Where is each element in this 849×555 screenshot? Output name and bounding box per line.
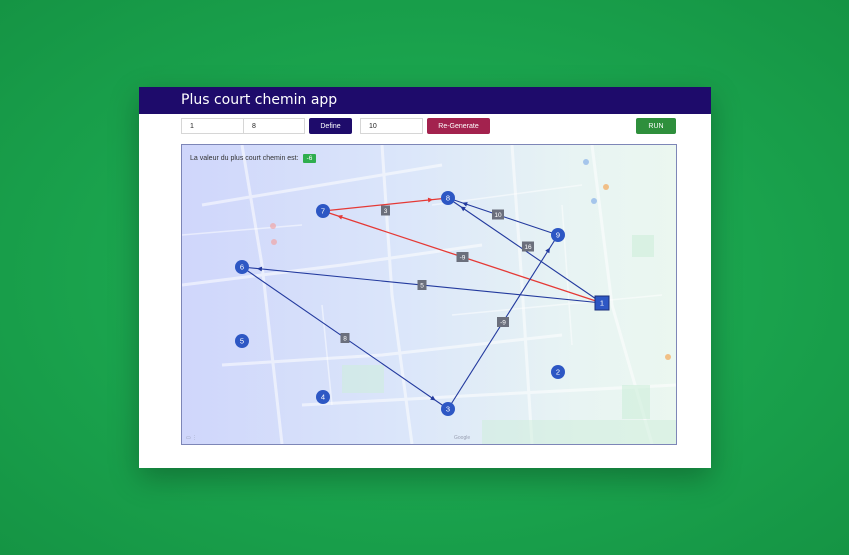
graph-node-3[interactable]: 3 (441, 402, 455, 416)
graph-node-8[interactable]: 8 (441, 191, 455, 205)
edge-weight-label: 16 (522, 241, 534, 252)
graph-node-6[interactable]: 6 (235, 260, 249, 274)
graph-layer: 3 -9 10 16 5 8 -9 1 2 3 4 5 6 7 8 9 (235, 191, 610, 416)
graph-node-label: 1 (600, 299, 604, 308)
edge-weight-label: 5 (417, 280, 427, 290)
graph-node-9[interactable]: 9 (551, 228, 565, 242)
map-watermark: Google (454, 435, 471, 441)
graph-node-2[interactable]: 2 (551, 365, 565, 379)
graph-node-label: 6 (240, 263, 244, 272)
map-canvas[interactable]: 3 -9 10 16 5 8 -9 1 2 3 4 5 6 7 8 9 La valeur du plus c… (181, 144, 677, 445)
edge-weight-label: -9 (497, 317, 509, 327)
result-label: La valeur du plus court chemin est: (190, 155, 299, 162)
graph-node-label: 3 (446, 405, 450, 414)
app-window: Plus court chemin app Define Re-Generate… (139, 87, 711, 468)
svg-text:16: 16 (524, 244, 532, 251)
graph-node-label: 8 (446, 194, 450, 203)
edge-weight-label: -9 (456, 252, 469, 262)
edge-weight-label: 8 (340, 333, 350, 343)
svg-text:3: 3 (384, 208, 388, 215)
edge-arrow-6-3 (430, 395, 436, 401)
svg-text:5: 5 (420, 282, 424, 289)
run-button[interactable]: RUN (636, 118, 676, 134)
result-value-badge: -6 (302, 154, 317, 163)
define-button[interactable]: Define (309, 118, 352, 134)
graph-node-5[interactable]: 5 (235, 334, 249, 348)
graph-node-label: 4 (321, 393, 325, 402)
graph-node-label: 2 (556, 368, 560, 377)
graph-node-1[interactable]: 1 (594, 295, 610, 311)
edge-arrow-1-8 (460, 206, 466, 212)
node-count-input[interactable] (360, 118, 423, 134)
edge-weight-label: 10 (492, 209, 504, 220)
edge-arrow-1-7 (337, 214, 343, 220)
graph-node-7[interactable]: 7 (316, 204, 330, 218)
graph-node-label: 5 (240, 337, 244, 346)
graph-node-label: 7 (321, 207, 325, 216)
regenerate-button[interactable]: Re-Generate (427, 118, 490, 134)
source-node-input[interactable] (181, 118, 244, 134)
svg-text:-9: -9 (460, 254, 466, 261)
svg-text:8: 8 (343, 335, 347, 342)
svg-text:-9: -9 (500, 319, 506, 326)
edge-weight-label: 3 (381, 205, 390, 216)
map-controls-icon[interactable]: ▭ ⋮ (186, 435, 197, 441)
edge-arrow-9-8 (462, 202, 468, 207)
graph-node-4[interactable]: 4 (316, 390, 330, 404)
graph-node-label: 9 (556, 231, 560, 240)
app-title: Plus court chemin app (181, 92, 338, 108)
svg-text:10: 10 (494, 212, 502, 219)
target-node-input[interactable] (243, 118, 305, 134)
app-header: Plus court chemin app (139, 87, 711, 114)
result-panel: La valeur du plus court chemin est: -6 (190, 154, 317, 163)
